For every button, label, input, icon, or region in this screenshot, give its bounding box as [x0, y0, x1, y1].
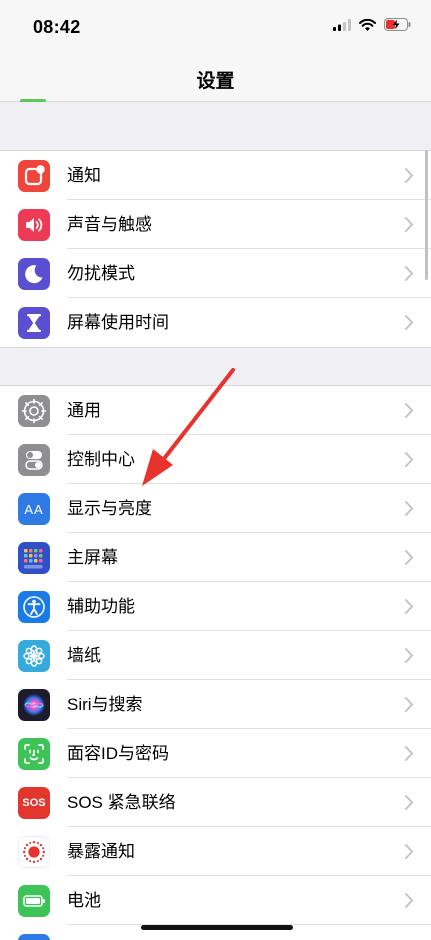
notifications-icon: [18, 160, 50, 192]
text-size-icon-text: AA: [24, 501, 44, 517]
chevron-right-icon: [405, 697, 414, 712]
settings-row-emergency-sos[interactable]: SOS SOS 紧急联络: [0, 778, 431, 827]
chevron-right-icon: [405, 844, 414, 859]
settings-row-home-screen[interactable]: 主屏幕: [0, 533, 431, 582]
home-indicator[interactable]: [141, 925, 293, 930]
settings-group-1: 通知 声音与触感 勿扰模式 屏幕使用时间: [0, 150, 431, 348]
settings-row-label: 主屏幕: [67, 548, 118, 567]
settings-row-label: 辅助功能: [67, 597, 135, 616]
settings-row-control-center[interactable]: 控制中心: [0, 435, 431, 484]
settings-row-sounds[interactable]: 声音与触感: [0, 200, 431, 249]
settings-row-label: 控制中心: [67, 450, 135, 469]
chevron-right-icon: [405, 648, 414, 663]
settings-row-notifications[interactable]: 通知: [0, 151, 431, 200]
chevron-right-icon: [405, 452, 414, 467]
chevron-right-icon: [405, 893, 414, 908]
settings-row-label: 显示与亮度: [67, 499, 152, 518]
chevron-right-icon: [405, 403, 414, 418]
settings-row-exposure-notifications[interactable]: 暴露通知: [0, 827, 431, 876]
settings-row-label: 墙纸: [67, 646, 101, 665]
settings-row-do-not-disturb[interactable]: 勿扰模式: [0, 249, 431, 298]
settings-row-display-brightness[interactable]: AA 显示与亮度: [0, 484, 431, 533]
face-id-icon: [18, 738, 50, 770]
settings-row-label: 屏幕使用时间: [67, 313, 169, 332]
settings-row-label: SOS 紧急联络: [67, 793, 176, 812]
moon-icon: [18, 258, 50, 290]
settings-row-label: 暴露通知: [67, 842, 135, 861]
page-title: 设置: [196, 71, 235, 92]
settings-row-label: 面容ID与密码: [67, 744, 169, 763]
settings-row-general[interactable]: 通用: [0, 386, 431, 435]
settings-row-label: Siri与搜索: [67, 695, 143, 714]
settings-row-battery[interactable]: 电池: [0, 876, 431, 925]
chevron-right-icon: [405, 217, 414, 232]
sos-icon-text: SOS: [22, 797, 46, 809]
flower-icon: [18, 640, 50, 672]
settings-row-label: 电池: [67, 891, 101, 910]
status-time: 08:42: [33, 17, 81, 37]
wifi-icon: [359, 18, 376, 31]
chevron-right-icon: [405, 599, 414, 614]
chevron-right-icon: [405, 266, 414, 281]
settings-row-accessibility[interactable]: 辅助功能: [0, 582, 431, 631]
settings-row-label: 通用: [67, 401, 101, 420]
scrolled-row-icon: [20, 99, 46, 102]
accessibility-icon: [18, 591, 50, 623]
settings-row-screen-time[interactable]: 屏幕使用时间: [0, 298, 431, 347]
toggles-icon: [18, 444, 50, 476]
scrollbar[interactable]: [425, 150, 428, 280]
text-size-icon: AA: [18, 493, 50, 525]
chevron-right-icon: [405, 795, 414, 810]
hourglass-icon: [18, 307, 50, 339]
navigation-bar: 设置: [0, 52, 431, 102]
status-bar: 08:42: [0, 0, 431, 52]
status-icons: [333, 18, 411, 31]
chevron-right-icon: [405, 550, 414, 565]
chevron-right-icon: [405, 168, 414, 183]
settings-row-siri-search[interactable]: Siri与搜索: [0, 680, 431, 729]
exposure-icon: [18, 836, 50, 868]
chevron-right-icon: [405, 501, 414, 516]
chevron-right-icon: [405, 746, 414, 761]
siri-icon: [18, 689, 50, 721]
cellular-signal-icon: [333, 18, 351, 31]
speaker-icon: [18, 209, 50, 241]
app-grid-icon: [18, 542, 50, 574]
settings-row-wallpaper[interactable]: 墙纸: [0, 631, 431, 680]
settings-group-2: 通用 控制中心 AA 显示与亮度 主屏幕 辅助功能 墙纸 Siri与搜索 面容I…: [0, 385, 431, 940]
battery-charging-icon: [384, 18, 411, 31]
gear-icon: [18, 395, 50, 427]
settings-row-label: 声音与触感: [67, 215, 152, 234]
settings-row-label: 通知: [67, 166, 101, 185]
battery-icon: [18, 885, 50, 917]
settings-row-label: 勿扰模式: [67, 264, 135, 283]
chevron-right-icon: [405, 315, 414, 330]
settings-row-face-id-passcode[interactable]: 面容ID与密码: [0, 729, 431, 778]
sos-icon: SOS: [18, 787, 50, 819]
partial-row-icon: [18, 934, 50, 940]
